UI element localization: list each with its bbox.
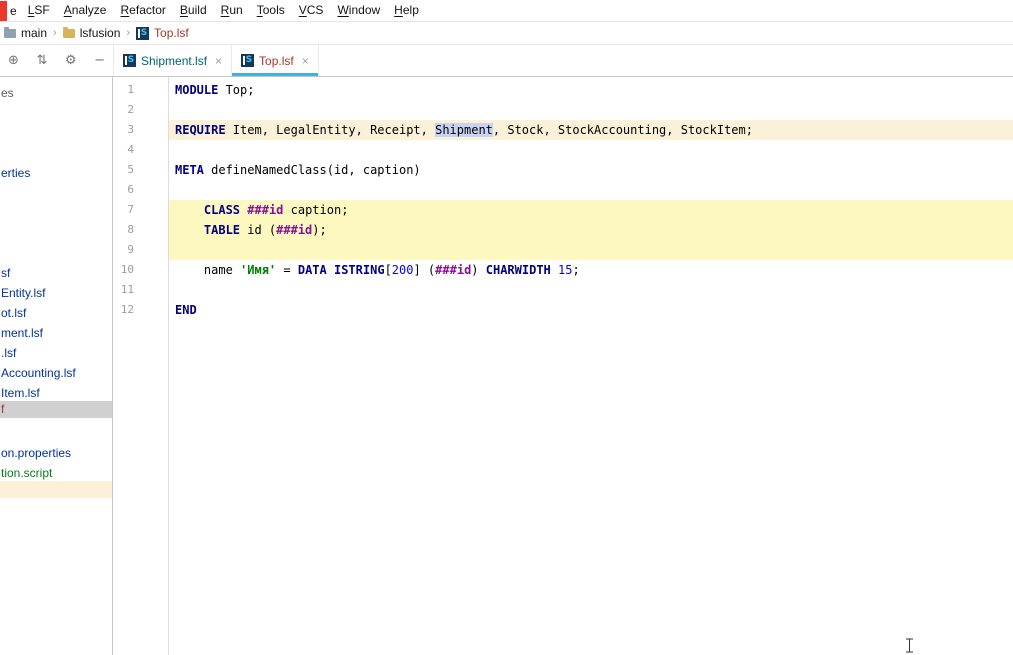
code-line[interactable]: META defineNamedClass(id, caption) — [168, 160, 1013, 180]
tree-item[interactable]: f — [0, 401, 112, 418]
line-number[interactable]: 4 — [113, 140, 168, 160]
line-number[interactable]: 8 — [113, 220, 168, 240]
menu-item-analyze[interactable]: Analyze — [57, 0, 114, 21]
code-line[interactable]: END — [168, 300, 1013, 320]
code-editor[interactable]: 1 MODULE Top; 2 3 REQUIRE Item, LegalEntity,… — [113, 77, 1013, 655]
menu-item-build[interactable]: Build — [173, 0, 214, 21]
editor-row: 1 MODULE Top; — [113, 80, 1013, 100]
project-tree[interactable]: es erties sf Entity.lsf ot.lsf ment.lsf .lsf Ac… — [0, 77, 113, 655]
breadcrumb-item-lsfusion[interactable]: lsfusion — [61, 26, 123, 40]
tree-item[interactable]: Accounting.lsf — [0, 365, 112, 382]
tree-item[interactable]: .lsf — [0, 345, 112, 362]
breadcrumb-item-topfile[interactable]: S Top.lsf — [134, 26, 191, 40]
line-number[interactable]: 7 — [113, 200, 168, 220]
editor-row: 10 name 'Имя' = DATA ISTRING[200] (###id… — [113, 260, 1013, 280]
editor-row: 4 — [113, 140, 1013, 160]
menu-item-help[interactable]: Help — [387, 0, 426, 21]
tab-top-lsf[interactable]: S Top.lsf × — [231, 45, 319, 76]
editor-lines: 1 MODULE Top; 2 3 REQUIRE Item, LegalEntity,… — [113, 80, 1013, 320]
line-number[interactable]: 10 — [113, 260, 168, 280]
menu-item-file-fragment[interactable]: e — [7, 4, 21, 18]
tree-item[interactable]: es — [0, 85, 112, 102]
menu-items: LSF Analyze Refactor Build Run Tools VCS Window… — [21, 0, 426, 21]
menu-item-window[interactable]: Window — [330, 0, 387, 21]
tree-item[interactable]: on.properties — [0, 445, 112, 462]
settings-icon[interactable]: ⚙ — [65, 54, 77, 67]
close-icon[interactable]: × — [215, 54, 222, 68]
line-number[interactable]: 6 — [113, 180, 168, 200]
locate-icon[interactable]: ⊕ — [8, 54, 19, 67]
code-line[interactable] — [168, 140, 1013, 160]
tree-item[interactable]: erties — [0, 165, 112, 182]
tab-shipment-lsf[interactable]: S Shipment.lsf × — [113, 45, 231, 76]
line-number[interactable]: 3 — [113, 120, 168, 140]
code-line[interactable] — [168, 100, 1013, 120]
text-cursor-pointer — [905, 638, 914, 655]
editor-row: 6 — [113, 180, 1013, 200]
collapse-icon[interactable]: ⇅ — [36, 54, 47, 67]
editor-row: 8 TABLE id (###id); — [113, 220, 1013, 240]
editor-row: 7 CLASS ###id caption; — [113, 200, 1013, 220]
code-line[interactable] — [168, 280, 1013, 300]
breadcrumb-item-main[interactable]: main — [2, 26, 49, 40]
menu-item-tools[interactable]: Tools — [250, 0, 292, 21]
menu-bar: e LSF Analyze Refactor Build Run Tools VCS Wind… — [0, 0, 1013, 22]
tree-item[interactable]: tion.script — [0, 465, 112, 482]
breadcrumb-label: lsfusion — [79, 26, 121, 40]
chevron-right-icon: › — [53, 27, 57, 39]
code-line[interactable] — [168, 180, 1013, 200]
editor-row: 2 — [113, 100, 1013, 120]
editor-row: 5 META defineNamedClass(id, caption) — [113, 160, 1013, 180]
tree-highlight-row — [0, 481, 112, 498]
tree-item[interactable]: ot.lsf — [0, 305, 112, 322]
line-number[interactable]: 1 — [113, 80, 168, 100]
tab-label: Top.lsf — [259, 53, 294, 68]
lsf-file-icon: S — [241, 54, 255, 67]
breadcrumb-label: main — [21, 26, 48, 40]
tree-item[interactable]: Item.lsf — [0, 385, 112, 402]
folder-icon — [4, 26, 16, 38]
chevron-right-icon: › — [126, 27, 131, 39]
tabs: S Shipment.lsf × S Top.lsf × — [113, 45, 319, 76]
hide-icon[interactable]: − — [94, 54, 105, 67]
menu-item-vcs[interactable]: VCS — [292, 0, 331, 21]
menu-item-refactor[interactable]: Refactor — [113, 0, 172, 21]
tree-item[interactable]: ment.lsf — [0, 325, 112, 342]
lsf-file-icon: S — [136, 26, 150, 40]
editor-row: 11 — [113, 280, 1013, 300]
line-number[interactable]: 5 — [113, 160, 168, 180]
line-number[interactable]: 11 — [113, 280, 168, 300]
red-indicator — [0, 0, 7, 21]
ide-window: e LSF Analyze Refactor Build Run Tools VCS Wind… — [0, 0, 1013, 655]
code-line[interactable]: name 'Имя' = DATA ISTRING[200] (###id) C… — [168, 260, 1013, 280]
editor-row: 12 END — [113, 300, 1013, 320]
code-line[interactable]: MODULE Top; — [168, 80, 1013, 100]
lsf-file-icon: S — [123, 54, 136, 67]
menu-item-lsf[interactable]: LSF — [21, 0, 57, 21]
main-area: es erties sf Entity.lsf ot.lsf ment.lsf .lsf Ac… — [0, 77, 1013, 655]
line-number[interactable]: 2 — [113, 100, 168, 120]
close-icon[interactable]: × — [302, 54, 309, 68]
code-line[interactable]: TABLE id (###id); — [168, 220, 1013, 240]
editor-row: 9 — [113, 240, 1013, 260]
line-number[interactable]: 9 — [113, 240, 168, 260]
gutter-separator — [168, 77, 169, 655]
breadcrumb-label: Top.lsf — [154, 26, 189, 40]
code-line[interactable]: REQUIRE Item, LegalEntity, Receipt, Ship… — [168, 120, 1013, 140]
tree-item[interactable]: sf — [0, 265, 112, 282]
breadcrumb: main › lsfusion › S Top.lsf — [0, 22, 1013, 45]
menu-item-run[interactable]: Run — [214, 0, 250, 21]
code-line[interactable]: CLASS ###id caption; — [168, 200, 1013, 220]
project-panel-toolbar: ⊕ ⇅ ⚙ − — [0, 45, 113, 76]
editor-row: 3 REQUIRE Item, LegalEntity, Receipt, Shi… — [113, 120, 1013, 140]
tree-item[interactable]: Entity.lsf — [0, 285, 112, 302]
line-number[interactable]: 12 — [113, 300, 168, 320]
tab-label: Shipment.lsf — [141, 53, 208, 68]
editor-tab-bar: ⊕ ⇅ ⚙ − S Shipment.lsf × S Top.lsf × — [0, 45, 1013, 77]
folder-icon — [62, 26, 75, 38]
code-line[interactable] — [168, 240, 1013, 260]
